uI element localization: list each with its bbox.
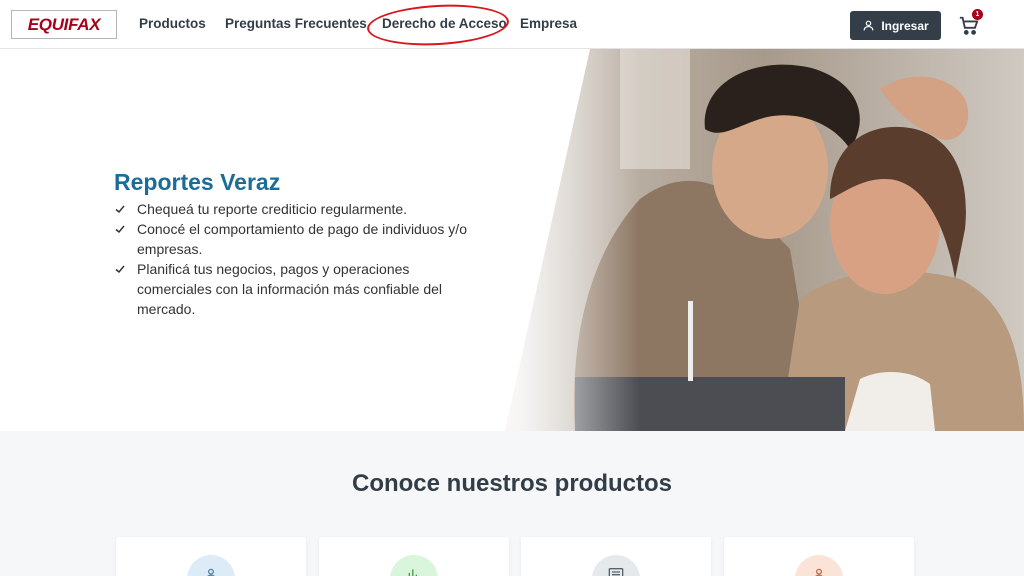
chart-icon: [390, 555, 438, 576]
products-section: Conoce nuestros productos: [0, 431, 1024, 576]
cart-count-badge: 1: [972, 9, 983, 20]
nav-item-preguntas-frecuentes[interactable]: Preguntas Frecuentes: [225, 16, 367, 31]
hero-title: Reportes Veraz: [114, 169, 281, 195]
login-label: Ingresar: [881, 18, 929, 33]
product-card[interactable]: [521, 537, 711, 576]
hero-bullet-text: Planificá tus negocios, pagos y operacio…: [137, 261, 443, 317]
product-card[interactable]: [724, 537, 914, 576]
check-icon: [115, 225, 125, 234]
check-icon: [115, 265, 125, 274]
login-button[interactable]: Ingresar: [850, 11, 941, 40]
logo-text: EQUIFAX: [27, 14, 101, 34]
hero-banner: Reportes Veraz Chequeá tu reporte credit…: [0, 49, 1024, 431]
person-icon: [187, 555, 235, 576]
hero-bullet: Conocé el comportamiento de pago de indi…: [114, 219, 474, 259]
hero-bullet-text: Conocé el comportamiento de pago de indi…: [137, 221, 467, 257]
equifax-logo[interactable]: EQUIFAX: [11, 10, 117, 39]
document-icon: [592, 555, 640, 576]
hero-bullet: Chequeá tu reporte crediticio regularmen…: [114, 199, 474, 219]
nav-item-empresa[interactable]: Empresa: [520, 16, 577, 31]
products-title: Conoce nuestros productos: [351, 470, 673, 497]
check-icon: [115, 205, 125, 214]
person-icon: [795, 555, 843, 576]
highlight-circle-annotation: [366, 1, 510, 49]
top-navbar: EQUIFAX Productos Preguntas Frecuentes D…: [0, 0, 1024, 49]
product-card[interactable]: [116, 537, 306, 576]
hero-bullet-list: Chequeá tu reporte crediticio regularmen…: [114, 199, 474, 319]
hero-bullet-text: Chequeá tu reporte crediticio regularmen…: [137, 201, 408, 217]
user-icon: [863, 20, 874, 31]
hero-bullet: Planificá tus negocios, pagos y operacio…: [114, 259, 474, 319]
nav-item-productos[interactable]: Productos: [139, 16, 206, 31]
product-card[interactable]: [319, 537, 509, 576]
